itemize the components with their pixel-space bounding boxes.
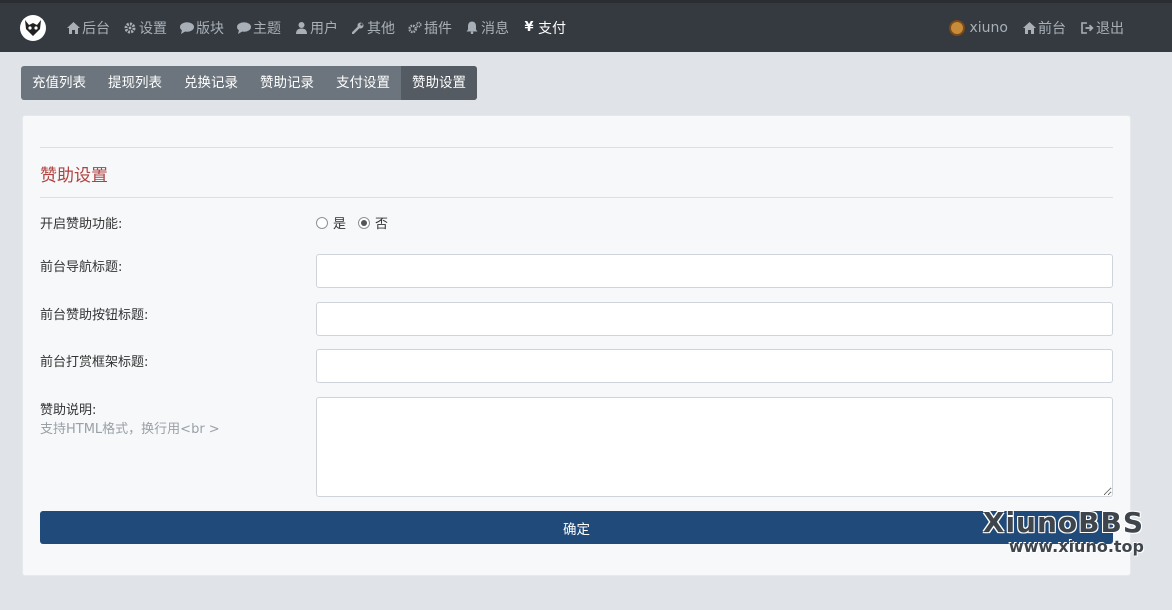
tab-exchange-records[interactable]: 兑换记录	[173, 66, 249, 100]
nav-item-threads[interactable]: 主题	[237, 18, 281, 38]
wrench-icon	[351, 21, 365, 35]
user-icon	[294, 21, 308, 35]
user-profile-link[interactable]: xiuno	[948, 19, 1009, 36]
enable-sponsor-yes-radio[interactable]	[316, 216, 328, 229]
xiuno-logo-icon[interactable]	[20, 15, 46, 41]
front-site-link[interactable]: 前台	[1022, 18, 1066, 38]
divider	[40, 197, 1113, 198]
home-icon	[66, 21, 80, 35]
home-icon	[1022, 21, 1036, 35]
nav-item-label: 后台	[82, 20, 110, 37]
sponsor-settings-card: 赞助设置 开启赞助功能: 是 否 前台导航标题: 前台赞助按钮标题: 前台打赏框…	[22, 115, 1131, 576]
tab-withdraw-list[interactable]: 提现列表	[97, 66, 173, 100]
nav-item-messages[interactable]: 消息	[465, 18, 509, 38]
nav-item-label: 设置	[139, 20, 167, 37]
gear-icon	[123, 21, 137, 35]
reward-title-input[interactable]	[316, 349, 1113, 383]
nav-item-plugins[interactable]: 插件	[408, 18, 452, 38]
bell-icon	[465, 21, 479, 35]
nav-menu: 后台 设置 版块 主题 用户 其他 插件 消息 ¥ 支付	[66, 3, 579, 52]
nav-item-admin[interactable]: 后台	[66, 18, 110, 38]
comment-icon	[180, 21, 194, 35]
divider	[40, 147, 1113, 148]
reward-title-label: 前台打赏框架标题:	[40, 355, 149, 370]
button-title-input[interactable]	[316, 302, 1113, 336]
nav-item-label: 用户	[310, 20, 338, 37]
username: xiuno	[969, 19, 1009, 36]
cogs-icon	[408, 21, 422, 35]
enable-sponsor-no-radio[interactable]	[358, 216, 371, 229]
nav-item-other[interactable]: 其他	[351, 18, 395, 38]
nav-item-label: 其他	[367, 20, 395, 37]
nav-item-label: 插件	[424, 20, 452, 37]
sign-out-icon	[1080, 21, 1094, 35]
tab-sponsor-records[interactable]: 赞助记录	[249, 66, 325, 100]
tab-sponsor-settings[interactable]: 赞助设置	[401, 66, 477, 100]
payment-tabs: 充值列表 提现列表 兑换记录 赞助记录 支付设置 赞助设置	[21, 66, 477, 100]
nav-item-forums[interactable]: 版块	[180, 18, 224, 38]
avatar	[948, 19, 965, 36]
enable-sponsor-radio-group: 是 否	[316, 213, 400, 232]
button-title-label: 前台赞助按钮标题:	[40, 308, 149, 323]
logout-link[interactable]: 退出	[1080, 18, 1124, 38]
nav-item-label: 支付	[538, 20, 566, 37]
comment-icon	[237, 21, 251, 35]
sponsor-desc-textarea[interactable]	[316, 397, 1113, 497]
logout-label: 退出	[1096, 20, 1124, 37]
confirm-button[interactable]: 确定	[40, 511, 1113, 544]
top-navbar: 后台 设置 版块 主题 用户 其他 插件 消息 ¥ 支付 xiuno 前台 退出	[0, 0, 1172, 52]
yen-icon: ¥	[524, 20, 534, 35]
nav-item-settings[interactable]: 设置	[123, 18, 167, 38]
sponsor-desc-label: 赞助说明:	[40, 403, 97, 418]
enable-sponsor-label: 开启赞助功能:	[40, 217, 123, 232]
section-title: 赞助设置	[40, 166, 108, 186]
nav-item-payment[interactable]: ¥ 支付	[522, 18, 566, 38]
radio-label-yes: 是	[333, 217, 347, 232]
nav-item-label: 主题	[253, 20, 281, 37]
sponsor-desc-hint: 支持HTML格式，换行用<br >	[40, 422, 220, 437]
front-site-label: 前台	[1038, 20, 1066, 37]
tab-recharge-list[interactable]: 充值列表	[21, 66, 97, 100]
nav-item-users[interactable]: 用户	[294, 18, 338, 38]
nav-title-input[interactable]	[316, 254, 1113, 288]
nav-item-label: 版块	[196, 20, 224, 37]
nav-user-menu: xiuno 前台 退出	[935, 3, 1124, 52]
radio-label-no: 否	[375, 217, 389, 232]
nav-title-label: 前台导航标题:	[40, 260, 123, 275]
tab-payment-settings[interactable]: 支付设置	[325, 66, 401, 100]
nav-item-label: 消息	[481, 20, 509, 37]
